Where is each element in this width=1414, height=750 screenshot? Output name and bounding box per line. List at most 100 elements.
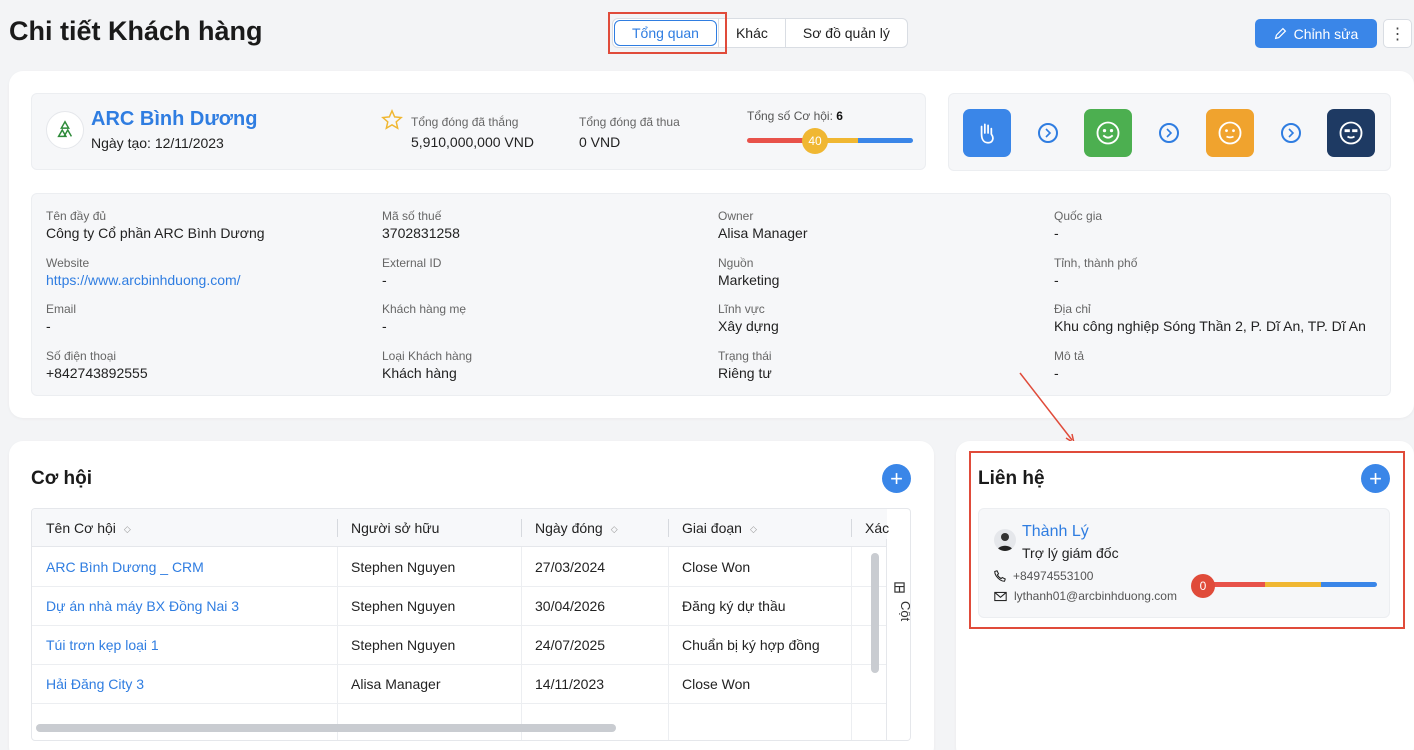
field-email: Email - — [46, 302, 76, 335]
column-header-probability[interactable]: Xác — [851, 509, 889, 547]
add-opportunity-button[interactable]: + — [882, 464, 911, 493]
chevron-right-icon — [1166, 128, 1173, 138]
field-value: - — [382, 272, 387, 288]
field-address: Địa chỉ Khu công nghiệp Sóng Thần 2, P. … — [1054, 302, 1366, 335]
field-value: +842743892555 — [46, 365, 148, 381]
annotation-box-tabs — [608, 12, 727, 54]
field-parent-customer: Khách hàng mẹ - — [382, 302, 466, 335]
field-label: Tỉnh, thành phố — [1054, 256, 1138, 270]
opportunity-stage: Close Won — [682, 676, 751, 692]
field-value: Alisa Manager — [718, 225, 808, 241]
opportunity-stage: Chuẩn bị ký hợp đồng — [682, 637, 820, 653]
opportunity-close-date: 30/04/2026 — [535, 598, 606, 614]
table-header: Tên Cơ hội ◇ Người sở hữu Ngày đóng ◇ Giai… — [32, 509, 889, 547]
sort-icon[interactable]: ◇ — [124, 510, 131, 548]
stage-1[interactable] — [963, 109, 1011, 157]
field-label: Mô tả — [1054, 349, 1085, 363]
opportunity-owner: Alisa Manager — [351, 676, 441, 692]
column-divider — [337, 547, 338, 740]
vertical-scrollbar[interactable] — [871, 553, 879, 673]
horizontal-scrollbar[interactable] — [36, 724, 616, 732]
column-header-label: Ngày đóng — [535, 520, 603, 536]
column-divider — [521, 547, 522, 740]
table-row[interactable]: Hải Đăng City 3 Alisa Manager 14/11/2023… — [32, 665, 887, 704]
field-external-id: External ID - — [382, 256, 441, 289]
edit-button-label: Chỉnh sửa — [1293, 25, 1359, 42]
field-label: Số điện thoại — [46, 349, 117, 363]
stage-3[interactable] — [1206, 109, 1254, 157]
columns-panel-label: Cột — [898, 601, 911, 622]
field-label: Quốc gia — [1054, 209, 1103, 223]
score-bar — [747, 138, 913, 143]
table-row[interactable]: Dự án nhà máy BX Đồng Nai 3 Stephen Nguy… — [32, 587, 887, 626]
table-row[interactable]: Túi trơn kẹp loại 1 Stephen Nguyen 24/07… — [32, 626, 887, 665]
field-country: Quốc gia - — [1054, 209, 1102, 242]
field-label: Địa chỉ — [1054, 302, 1091, 316]
chevron-right-icon — [1288, 128, 1295, 138]
star-icon[interactable] — [381, 109, 403, 131]
neutral-face-icon — [1218, 121, 1242, 145]
column-header-owner[interactable]: Người sở hữu — [337, 509, 439, 547]
field-value: Xây dựng — [718, 318, 779, 334]
stage-4[interactable] — [1327, 109, 1375, 157]
opportunity-close-date: 27/03/2024 — [535, 559, 606, 575]
customer-overview-card: ARC Bình Dương Ngày tạo: 12/11/2023 Tổng… — [9, 71, 1414, 418]
customer-created-date: Ngày tạo: 12/11/2023 — [91, 135, 224, 151]
field-label: Tên đầy đủ — [46, 209, 107, 223]
annotation-arrow — [1019, 372, 1076, 445]
opportunity-name-link[interactable]: Dự án nhà máy BX Đồng Nai 3 — [32, 587, 239, 626]
field-owner: Owner Alisa Manager — [718, 209, 808, 242]
field-label: Mã số thuế — [382, 209, 442, 223]
stage-arrow-3 — [1281, 123, 1301, 143]
stage-2[interactable] — [1084, 109, 1132, 157]
tab-other[interactable]: Khác — [717, 19, 785, 47]
field-label: Loại Khách hàng — [382, 349, 473, 363]
recycle-logo-icon — [57, 120, 73, 138]
opportunity-name-link[interactable]: Hải Đăng City 3 — [32, 665, 144, 704]
stage-arrow-1 — [1038, 123, 1058, 143]
field-phone: Số điện thoại +842743892555 — [46, 349, 148, 382]
table-row[interactable]: ARC Bình Dương _ CRM Stephen Nguyen 27/0… — [32, 548, 887, 587]
sort-icon[interactable]: ◇ — [611, 510, 618, 548]
field-label: External ID — [382, 256, 442, 270]
field-label: Nguồn — [718, 256, 754, 270]
cool-face-icon — [1339, 121, 1363, 145]
field-value: Khách hàng — [382, 365, 457, 381]
field-status: Trạng thái Riêng tư — [718, 349, 772, 382]
column-header-stage[interactable]: Giai đoạn ◇ — [668, 509, 757, 547]
more-options-button[interactable]: ⋮ — [1383, 19, 1412, 48]
opportunity-name-link[interactable]: Túi trơn kẹp loại 1 — [32, 626, 159, 665]
field-label: Lĩnh vực — [718, 302, 765, 316]
opportunity-count: Tổng số Cơ hội: 6 — [747, 109, 843, 123]
field-source: Nguồn Marketing — [718, 256, 779, 289]
columns-icon — [894, 582, 905, 593]
sort-icon[interactable]: ◇ — [750, 510, 757, 548]
page-title: Chi tiết Khách hàng — [9, 16, 263, 46]
score-bar-blue — [858, 138, 913, 143]
customer-name[interactable]: ARC Bình Dương — [91, 108, 257, 131]
field-full-name: Tên đầy đủ Công ty Cổ phần ARC Bình Dươn… — [46, 209, 265, 242]
opportunities-table: Tên Cơ hội ◇ Người sở hữu Ngày đóng ◇ Giai… — [31, 508, 911, 741]
score-bar-red — [747, 138, 804, 143]
field-website: Website https://www.arcbinhduong.com/ — [46, 256, 241, 289]
field-value: Công ty Cổ phần ARC Bình Dương — [46, 225, 265, 241]
opportunity-stage: Đăng ký dự thầu — [682, 598, 786, 614]
edit-button[interactable]: Chỉnh sửa — [1255, 19, 1377, 48]
column-header-close-date[interactable]: Ngày đóng ◇ — [521, 509, 618, 547]
columns-panel-toggle[interactable]: Cột — [886, 539, 911, 740]
customer-stages — [948, 93, 1391, 171]
field-label: Trạng thái — [718, 349, 772, 363]
stage-arrow-2 — [1159, 123, 1179, 143]
smile-face-icon — [1096, 121, 1120, 145]
website-link[interactable]: https://www.arcbinhduong.com/ — [46, 272, 241, 289]
tab-org-chart[interactable]: Sơ đồ quản lý — [784, 19, 907, 47]
lost-total-label: Tổng đóng đã thua — [579, 115, 680, 129]
lost-total-value: 0 VND — [579, 134, 621, 150]
opportunity-name-link[interactable]: ARC Bình Dương _ CRM — [32, 548, 204, 587]
field-value: Marketing — [718, 272, 780, 288]
customer-summary: ARC Bình Dương Ngày tạo: 12/11/2023 Tổng… — [31, 93, 926, 170]
field-value: - — [46, 318, 51, 334]
field-value: Khu công nghiệp Sóng Thần 2, P. Dĩ An, T… — [1054, 318, 1366, 334]
column-header-name[interactable]: Tên Cơ hội ◇ — [32, 509, 131, 547]
field-value: 3702831258 — [382, 225, 460, 241]
